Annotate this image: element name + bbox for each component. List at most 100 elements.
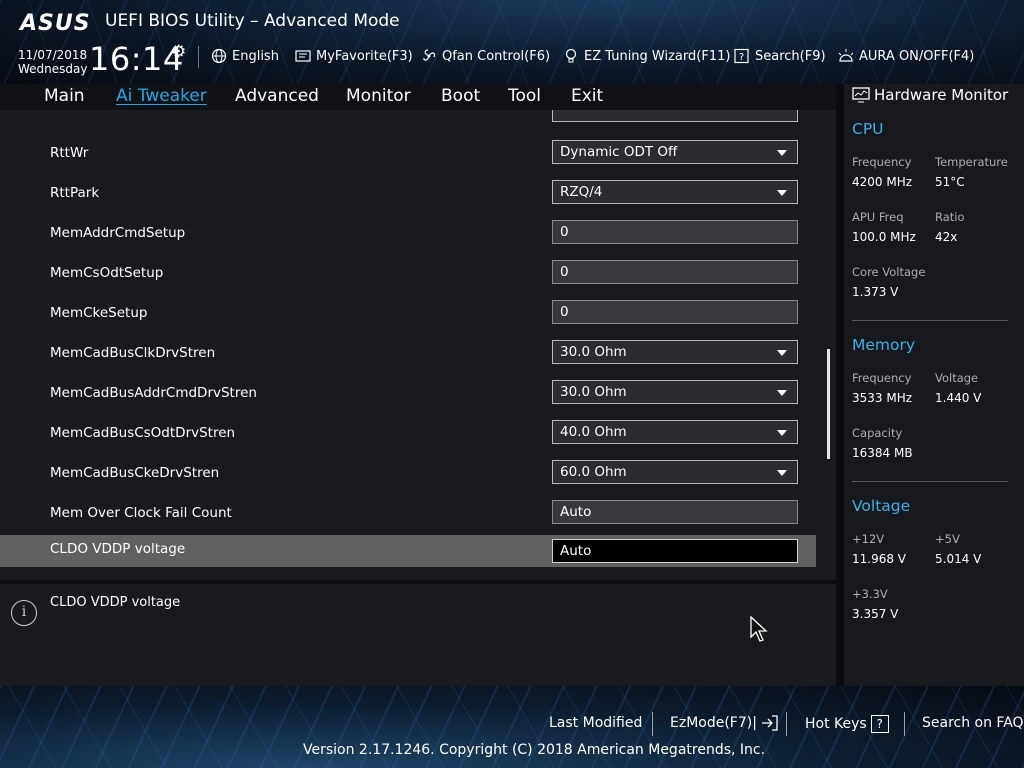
setting-row-memcadbusclkdrvstren[interactable]: MemCadBusClkDrvStren 30.0 Ohm [0, 339, 816, 371]
setting-label: MemCadBusCsOdtDrvStren [50, 425, 236, 441]
partial-field-above[interactable] [552, 110, 798, 122]
v5-label: +5V [935, 532, 960, 546]
cpu-frequency-label: Frequency [852, 155, 912, 169]
v12-value: 11.968 V [852, 552, 907, 566]
weekday-text: Wednesday [18, 62, 88, 76]
memcadbuscke-select[interactable]: 60.0 Ohm [552, 460, 798, 484]
setting-label: MemCadBusCkeDrvStren [50, 465, 220, 481]
globe-icon [211, 48, 227, 64]
mem-oc-fail-count-input[interactable]: Auto [552, 500, 798, 524]
v5-value: 5.014 V [935, 552, 982, 566]
tab-boot[interactable]: Boot [441, 86, 480, 106]
myfavorite-button[interactable]: MyFavorite(F3) [294, 48, 413, 64]
setting-row-memckesetup[interactable]: MemCkeSetup 0 [0, 299, 816, 331]
apu-freq-label: APU Freq [852, 210, 904, 224]
tab-exit[interactable]: Exit [571, 86, 603, 106]
mem-capacity-value: 16384 MB [852, 446, 913, 460]
setting-label: MemCadBusClkDrvStren [50, 345, 216, 361]
v33-label: +3.3V [852, 587, 888, 601]
core-voltage-value: 1.373 V [852, 285, 899, 299]
exit-arrow-icon [761, 715, 778, 731]
hw-divider [852, 481, 1008, 482]
setting-row-memaddrcmdsetup[interactable]: MemAddrCmdSetup 0 [0, 219, 816, 251]
setting-label: MemAddrCmdSetup [50, 225, 186, 241]
hot-keys-label: Hot Keys [805, 716, 867, 732]
setting-row-rttpark[interactable]: RttPark RZQ/4 [0, 179, 816, 211]
aura-label: AURA ON/OFF(F4) [859, 48, 975, 64]
date-text: 11/07/2018 [18, 48, 88, 62]
v12-label: +12V [852, 532, 885, 546]
mem-frequency-label: Frequency [852, 371, 912, 385]
settings-panel: RttWr Dynamic ODT Off RttPark RZQ/4 MemA… [0, 110, 836, 580]
rttwr-select[interactable]: Dynamic ODT Off [552, 140, 798, 164]
clock-display[interactable]: 16:14 [89, 40, 184, 78]
qfan-label: Qfan Control(F6) [442, 48, 551, 64]
last-modified-button[interactable]: Last Modified [549, 715, 642, 731]
rttpark-select[interactable]: RZQ/4 [552, 180, 798, 204]
cldo-vddp-input[interactable]: Auto [552, 539, 798, 563]
setting-row-memcsodtsetup[interactable]: MemCsOdtSetup 0 [0, 259, 816, 291]
setting-row-cldo-vddp[interactable]: CLDO VDDP voltage Auto [0, 535, 816, 567]
setting-row-memcadbuscke[interactable]: MemCadBusCkeDrvStren 60.0 Ohm [0, 459, 816, 491]
setting-row-mem-oc-fail-count[interactable]: Mem Over Clock Fail Count Auto [0, 499, 816, 531]
scrollbar[interactable] [827, 349, 830, 459]
memcadbusclkdrvstren-select[interactable]: 30.0 Ohm [552, 340, 798, 364]
info-icon: i [11, 600, 37, 626]
search-faq-button[interactable]: Search on FAQ [922, 715, 1024, 731]
setting-row-memcadbuscsodtdrvstren[interactable]: MemCadBusCsOdtDrvStren 40.0 Ohm [0, 419, 816, 451]
setting-row-rttwr[interactable]: RttWr Dynamic ODT Off [0, 139, 816, 171]
footer-divider [904, 712, 905, 736]
aura-icon [838, 49, 854, 62]
last-modified-label: Last Modified [549, 715, 643, 731]
memcsodtsetup-input[interactable]: 0 [552, 260, 798, 284]
date-display: 11/07/2018 Wednesday [18, 48, 87, 76]
ez-tuning-label: EZ Tuning Wizard(F11) [584, 48, 731, 64]
mem-capacity-label: Capacity [852, 426, 903, 440]
tab-monitor[interactable]: Monitor [346, 86, 411, 106]
search-button[interactable]: ? Search(F9) [733, 48, 826, 64]
setting-row-memcadbusaddrcmddrvstren[interactable]: MemCadBusAddrCmdDrvStren 30.0 Ohm [0, 379, 816, 411]
hot-keys-button[interactable]: Hot Keys ? [805, 715, 889, 733]
setting-label: MemCkeSetup [50, 305, 148, 321]
tab-ai-tweaker[interactable]: Ai Tweaker [116, 86, 207, 106]
ratio-value: 42x [935, 230, 958, 244]
memckesetup-input[interactable]: 0 [552, 300, 798, 324]
tab-tool[interactable]: Tool [508, 86, 541, 106]
svg-text:?: ? [739, 52, 744, 63]
setting-label: CLDO VDDP voltage [50, 541, 186, 557]
help-text: CLDO VDDP voltage [50, 595, 181, 610]
mem-voltage-label: Voltage [935, 371, 979, 385]
cpu-temperature-label: Temperature [935, 155, 1008, 169]
search-help-icon: ? [734, 48, 749, 64]
cpu-frequency-value: 4200 MHz [852, 175, 913, 189]
version-text: Version 2.17.1246. Copyright (C) 2018 Am… [303, 742, 766, 758]
qfan-control-button[interactable]: Qfan Control(F6) [420, 48, 550, 64]
mouse-cursor-icon [750, 616, 768, 642]
setting-label: RttWr [50, 145, 89, 161]
search-faq-label: Search on FAQ [922, 715, 1024, 731]
hot-keys-key-icon: ? [870, 715, 889, 733]
v33-value: 3.357 V [852, 607, 899, 621]
memaddrcmdsetup-input[interactable]: 0 [552, 220, 798, 244]
ezmode-label: EzMode(F7)| [670, 715, 757, 731]
bulb-icon [565, 48, 577, 63]
footer-divider [786, 712, 787, 736]
language-button[interactable]: English [210, 48, 279, 64]
aura-toggle-button[interactable]: AURA ON/OFF(F4) [837, 48, 974, 64]
gear-icon[interactable]: ⚙ [171, 42, 186, 62]
ez-tuning-button[interactable]: EZ Tuning Wizard(F11) [562, 48, 730, 64]
apu-freq-value: 100.0 MHz [852, 230, 916, 244]
fan-icon [423, 49, 436, 61]
setting-label: MemCsOdtSetup [50, 265, 164, 281]
header-divider [198, 46, 199, 68]
language-label: English [232, 48, 279, 64]
tab-main[interactable]: Main [44, 86, 85, 106]
app-title: UEFI BIOS Utility – Advanced Mode [105, 11, 400, 31]
memcadbuscsodtdrvstren-select[interactable]: 40.0 Ohm [552, 420, 798, 444]
setting-label: MemCadBusAddrCmdDrvStren [50, 385, 257, 401]
memcadbusaddrcmddrvstren-select[interactable]: 30.0 Ohm [552, 380, 798, 404]
cpu-temperature-value: 51°C [935, 175, 965, 189]
ezmode-button[interactable]: EzMode(F7)| [670, 715, 779, 731]
myfavorite-label: MyFavorite(F3) [316, 48, 413, 64]
tab-advanced[interactable]: Advanced [235, 86, 319, 106]
